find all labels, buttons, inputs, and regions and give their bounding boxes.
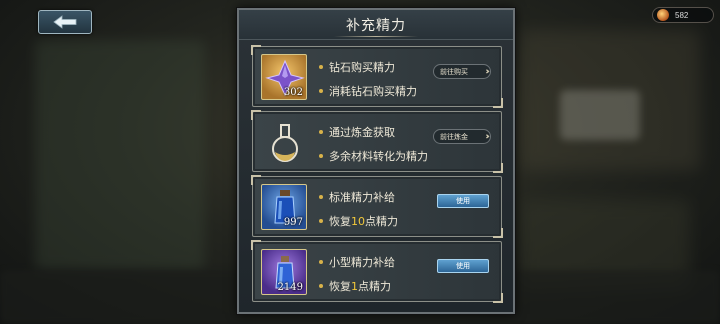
item-title: 小型精力补给 (319, 254, 395, 270)
go-alchemy-button[interactable]: 前往炼金 ››› (433, 129, 491, 144)
button-label: 前往购买 (440, 67, 468, 76)
item-description-text: 多余材料转化为精力 (329, 150, 428, 163)
go-purchase-button[interactable]: 前往购买 ››› (433, 64, 491, 79)
item-count: 302 (283, 87, 303, 98)
bullet-dot (319, 195, 323, 199)
bullet-dot (319, 130, 323, 134)
list-item-small-supply: 2149 小型精力补给 恢复 1 点精力 使用 (251, 240, 503, 303)
item-description-text: 消耗钻石购买精力 (329, 85, 417, 98)
list-item-buy-with-diamond: 302 钻石购买精力 消耗钻石购买精力 前往购买 ››› (251, 45, 503, 108)
item-title-text: 钻石购买精力 (329, 61, 395, 74)
currency-value: 582 (675, 10, 689, 20)
item-icon-frame: 302 (261, 54, 307, 100)
use-small-supply-button[interactable]: 使用 (437, 259, 489, 273)
button-label: 前往炼金 (440, 132, 468, 141)
item-description: 恢复 1 点精力 (319, 278, 391, 294)
restore-amount: 10 (351, 214, 365, 228)
description-prefix: 恢复 (329, 280, 351, 293)
alchemy-flask-icon (272, 124, 298, 162)
description-suffix: 点精力 (358, 280, 391, 293)
energy-currency-display: 582 (652, 7, 714, 23)
use-standard-supply-button[interactable]: 使用 (437, 194, 489, 208)
back-arrow-icon (53, 15, 77, 29)
double-chevron-right-icon: ››› (485, 67, 490, 77)
item-title: 通过炼金获取 (319, 124, 395, 140)
description-suffix: 点精力 (365, 215, 398, 228)
refill-energy-panel: 补充精力 302 钻石购买精力 消耗钻石购买精力 前往购买 ››› 通过炼金获取… (237, 8, 515, 314)
back-button[interactable] (38, 10, 92, 34)
item-count: 2149 (277, 282, 303, 293)
item-title: 标准精力补给 (319, 189, 395, 205)
energy-coin-icon (657, 9, 669, 21)
item-icon-frame: 997 (261, 184, 307, 230)
description-prefix: 恢复 (329, 215, 351, 228)
item-title-text: 小型精力补给 (329, 256, 395, 269)
bullet-dot (319, 219, 323, 223)
title-underline (334, 36, 418, 37)
item-title-text: 标准精力补给 (329, 191, 395, 204)
bullet-dot (319, 154, 323, 158)
list-item-alchemy: 通过炼金获取 多余材料转化为精力 前往炼金 ››› (251, 110, 503, 173)
restore-amount: 1 (351, 279, 358, 293)
bullet-dot (319, 260, 323, 264)
item-icon-frame: 2149 (261, 249, 307, 295)
item-description: 多余材料转化为精力 (319, 148, 428, 164)
double-chevron-right-icon: ››› (485, 132, 490, 142)
item-title-text: 通过炼金获取 (329, 126, 395, 139)
bullet-dot (319, 89, 323, 93)
item-count: 997 (283, 217, 303, 228)
background-scene-detail (560, 90, 640, 140)
background-scene-left (35, 40, 205, 270)
list-item-standard-supply: 997 标准精力补给 恢复 10 点精力 使用 (251, 175, 503, 238)
item-title: 钻石购买精力 (319, 59, 395, 75)
bullet-dot (319, 284, 323, 288)
item-description: 消耗钻石购买精力 (319, 83, 417, 99)
bullet-dot (319, 65, 323, 69)
item-description: 恢复 10 点精力 (319, 213, 398, 229)
